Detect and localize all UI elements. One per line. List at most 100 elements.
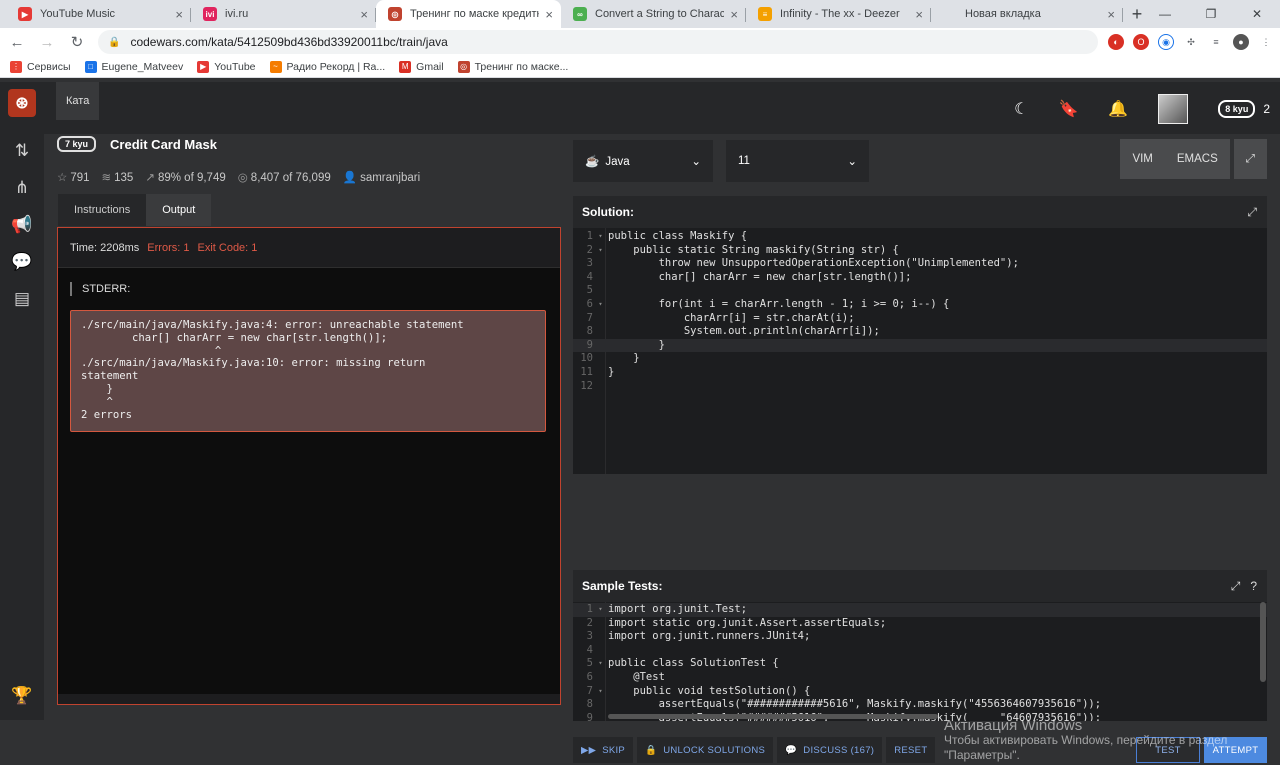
bell-icon[interactable]: 🔔 bbox=[1108, 99, 1128, 119]
playlist-icon[interactable]: ≡ bbox=[1208, 34, 1224, 50]
code-line: 6 @Test bbox=[573, 671, 1267, 685]
browser-tab[interactable]: ivi ivi.ru × bbox=[191, 0, 376, 28]
close-tab-icon[interactable]: × bbox=[360, 7, 368, 22]
vertical-scrollbar[interactable] bbox=[1260, 602, 1266, 682]
puzzle-icon[interactable]: ✣ bbox=[1183, 34, 1199, 50]
trophy-icon[interactable]: 🏆 bbox=[0, 677, 44, 714]
close-tab-icon[interactable]: × bbox=[545, 7, 553, 22]
forward-icon[interactable]: → bbox=[34, 29, 60, 55]
vim-button[interactable]: VIM bbox=[1120, 139, 1165, 179]
url-input[interactable]: 🔒 codewars.com/kata/5412509bd436bd339200… bbox=[98, 30, 1098, 94]
moon-icon[interactable]: ☾ bbox=[1014, 99, 1028, 119]
minimize-icon[interactable]: — bbox=[1142, 0, 1188, 28]
skip-button[interactable]: ▶▶ SKIP bbox=[573, 737, 634, 763]
browser-tabs: ▶ YouTube Music × ivi ivi.ru × ◎ Тренинг по мас… bbox=[0, 0, 1123, 28]
bookmark-item[interactable]: □ Eugene_Matveev bbox=[84, 60, 183, 73]
reset-button[interactable]: RESET bbox=[886, 737, 936, 763]
fold-icon[interactable]: ▾ bbox=[595, 298, 606, 312]
help-icon[interactable]: ? bbox=[1250, 579, 1257, 594]
kata-tab[interactable]: Ката bbox=[56, 82, 100, 120]
browser-tab[interactable]: Новая вкладка × bbox=[931, 0, 1123, 28]
code-line: 5 ▾ public class SolutionTest { bbox=[573, 657, 1267, 671]
fold-icon[interactable]: ▾ bbox=[595, 244, 606, 258]
honor-count: 2 bbox=[1263, 102, 1270, 116]
bookmark-label: Радио Рекорд | Ra... bbox=[286, 60, 386, 73]
completed-count: 8,407 of 76,099 bbox=[250, 172, 331, 184]
close-tab-icon[interactable]: × bbox=[730, 7, 738, 22]
bookmark-item[interactable]: ⋮ Сервисы bbox=[10, 60, 71, 73]
rank-badge: 8 kyu bbox=[1218, 100, 1256, 118]
tab-instructions[interactable]: Instructions bbox=[58, 194, 147, 226]
close-tab-icon[interactable]: × bbox=[175, 7, 183, 22]
discuss-button[interactable]: 💬 DISCUSS (167) bbox=[777, 737, 883, 763]
menu-icon[interactable]: ⋮ bbox=[1258, 34, 1274, 50]
close-tab-icon[interactable]: × bbox=[1107, 7, 1115, 22]
network-icon[interactable]: ⋔ bbox=[0, 169, 44, 206]
horizontal-scrollbar[interactable] bbox=[608, 714, 938, 719]
author-name[interactable]: samranjbari bbox=[360, 172, 420, 184]
line-number: 2 bbox=[586, 243, 593, 256]
favicon-icon: ▶ bbox=[18, 7, 32, 21]
kata-title: Credit Card Mask bbox=[110, 136, 217, 152]
bookmark-item[interactable]: M Gmail bbox=[399, 60, 444, 73]
chat-icon[interactable]: 💬 bbox=[0, 243, 44, 280]
bookmark-icon: M bbox=[399, 60, 412, 73]
version-select[interactable]: 11 ⌄ bbox=[726, 140, 869, 182]
fullscreen-icon[interactable]: ⤢ bbox=[1233, 139, 1267, 179]
left-tabs: Instructions Output bbox=[58, 194, 212, 226]
fold-icon bbox=[595, 380, 606, 394]
bookmark-item[interactable]: ~ Радио Рекорд | Ra... bbox=[269, 60, 386, 73]
output-summary: Time: 2208ms Errors: 1 Exit Code: 1 bbox=[58, 228, 560, 268]
window-controls: — ❐ ✕ bbox=[1142, 0, 1280, 28]
avatar[interactable] bbox=[1158, 94, 1189, 124]
fold-icon bbox=[595, 339, 606, 353]
codewars-logo[interactable]: ⊛ bbox=[0, 82, 44, 124]
bookmark-item[interactable]: ◎ Тренинг по маске... bbox=[457, 60, 568, 73]
editor-mode-buttons: VIM EMACS ⤢ bbox=[1120, 139, 1267, 179]
tab-output[interactable]: Output bbox=[146, 194, 212, 226]
vpn-icon[interactable]: ◉ bbox=[1158, 34, 1174, 50]
fold-icon[interactable]: ▾ bbox=[595, 230, 606, 244]
expand-icon[interactable]: ⤢ bbox=[1247, 205, 1257, 220]
solution-editor[interactable]: 1 ▾ public class Maskify {2 ▾ public static… bbox=[573, 228, 1267, 474]
back-icon[interactable]: ← bbox=[4, 29, 30, 55]
line-number: 7 bbox=[586, 311, 593, 324]
code-line: 8 System.out.println(charArr[i]); bbox=[573, 325, 1267, 339]
close-window-icon[interactable]: ✕ bbox=[1234, 0, 1280, 28]
code-text: char[] charArr = new char[str.length()]; bbox=[608, 270, 912, 283]
bookmark-icon[interactable]: 🔖 bbox=[1058, 99, 1078, 119]
side-nav: ⊛ ⇅ ⋔ 📢 💬 ▤ 🏆 bbox=[0, 82, 44, 720]
docs-icon[interactable]: ▤ bbox=[0, 280, 44, 317]
profile-avatar[interactable]: ● bbox=[1233, 34, 1249, 50]
browser-tab[interactable]: ◎ Тренинг по маске кредитной × bbox=[376, 0, 561, 28]
user-icon: 👤 bbox=[342, 172, 358, 184]
extension-icon[interactable]: ◐ bbox=[1108, 34, 1124, 50]
error-count: Errors: 1 bbox=[147, 241, 190, 254]
close-tab-icon[interactable]: × bbox=[915, 7, 923, 22]
browser-tab[interactable]: ▶ YouTube Music × bbox=[6, 0, 191, 28]
code-line: 7 ▾ public void testSolution() { bbox=[573, 685, 1267, 699]
tab-title: Новая вкладка bbox=[965, 8, 1041, 20]
practice-icon[interactable]: ⇅ bbox=[0, 132, 44, 169]
expand-icon[interactable]: ⤢ bbox=[1231, 579, 1241, 594]
maximize-icon[interactable]: ❐ bbox=[1188, 0, 1234, 28]
opera-icon[interactable]: O bbox=[1133, 34, 1149, 50]
right-panel: ☕ Java ⌄ 11 ⌄ VIM EMACS ⤢ Solution: ⤢ 1 ▾ p… bbox=[573, 134, 1280, 763]
bookmark-label: Gmail bbox=[416, 60, 444, 73]
browser-tab[interactable]: ∞ Convert a String to Character a × bbox=[561, 0, 746, 28]
unlock-solutions-button[interactable]: 🔒 UNLOCK SOLUTIONS bbox=[637, 737, 774, 763]
fold-icon[interactable]: ▾ bbox=[595, 603, 606, 617]
language-select[interactable]: ☕ Java ⌄ bbox=[573, 140, 713, 182]
emacs-button[interactable]: EMACS bbox=[1164, 139, 1230, 179]
fold-icon[interactable]: ▾ bbox=[595, 685, 606, 699]
megaphone-icon[interactable]: 📢 bbox=[0, 206, 44, 243]
tests-editor[interactable]: 1 ▾ import org.junit.Test; 2 import static o… bbox=[573, 602, 1267, 721]
kyu-badge: 7 kyu bbox=[57, 136, 97, 152]
fold-icon[interactable]: ▾ bbox=[595, 657, 606, 671]
browser-tab[interactable]: ≡ Infinity - The xx - Deezer × bbox=[746, 0, 931, 28]
reload-icon[interactable]: ↻ bbox=[64, 29, 90, 55]
bookmark-item[interactable]: ▶ YouTube bbox=[197, 60, 256, 73]
line-number: 6 bbox=[586, 670, 593, 683]
